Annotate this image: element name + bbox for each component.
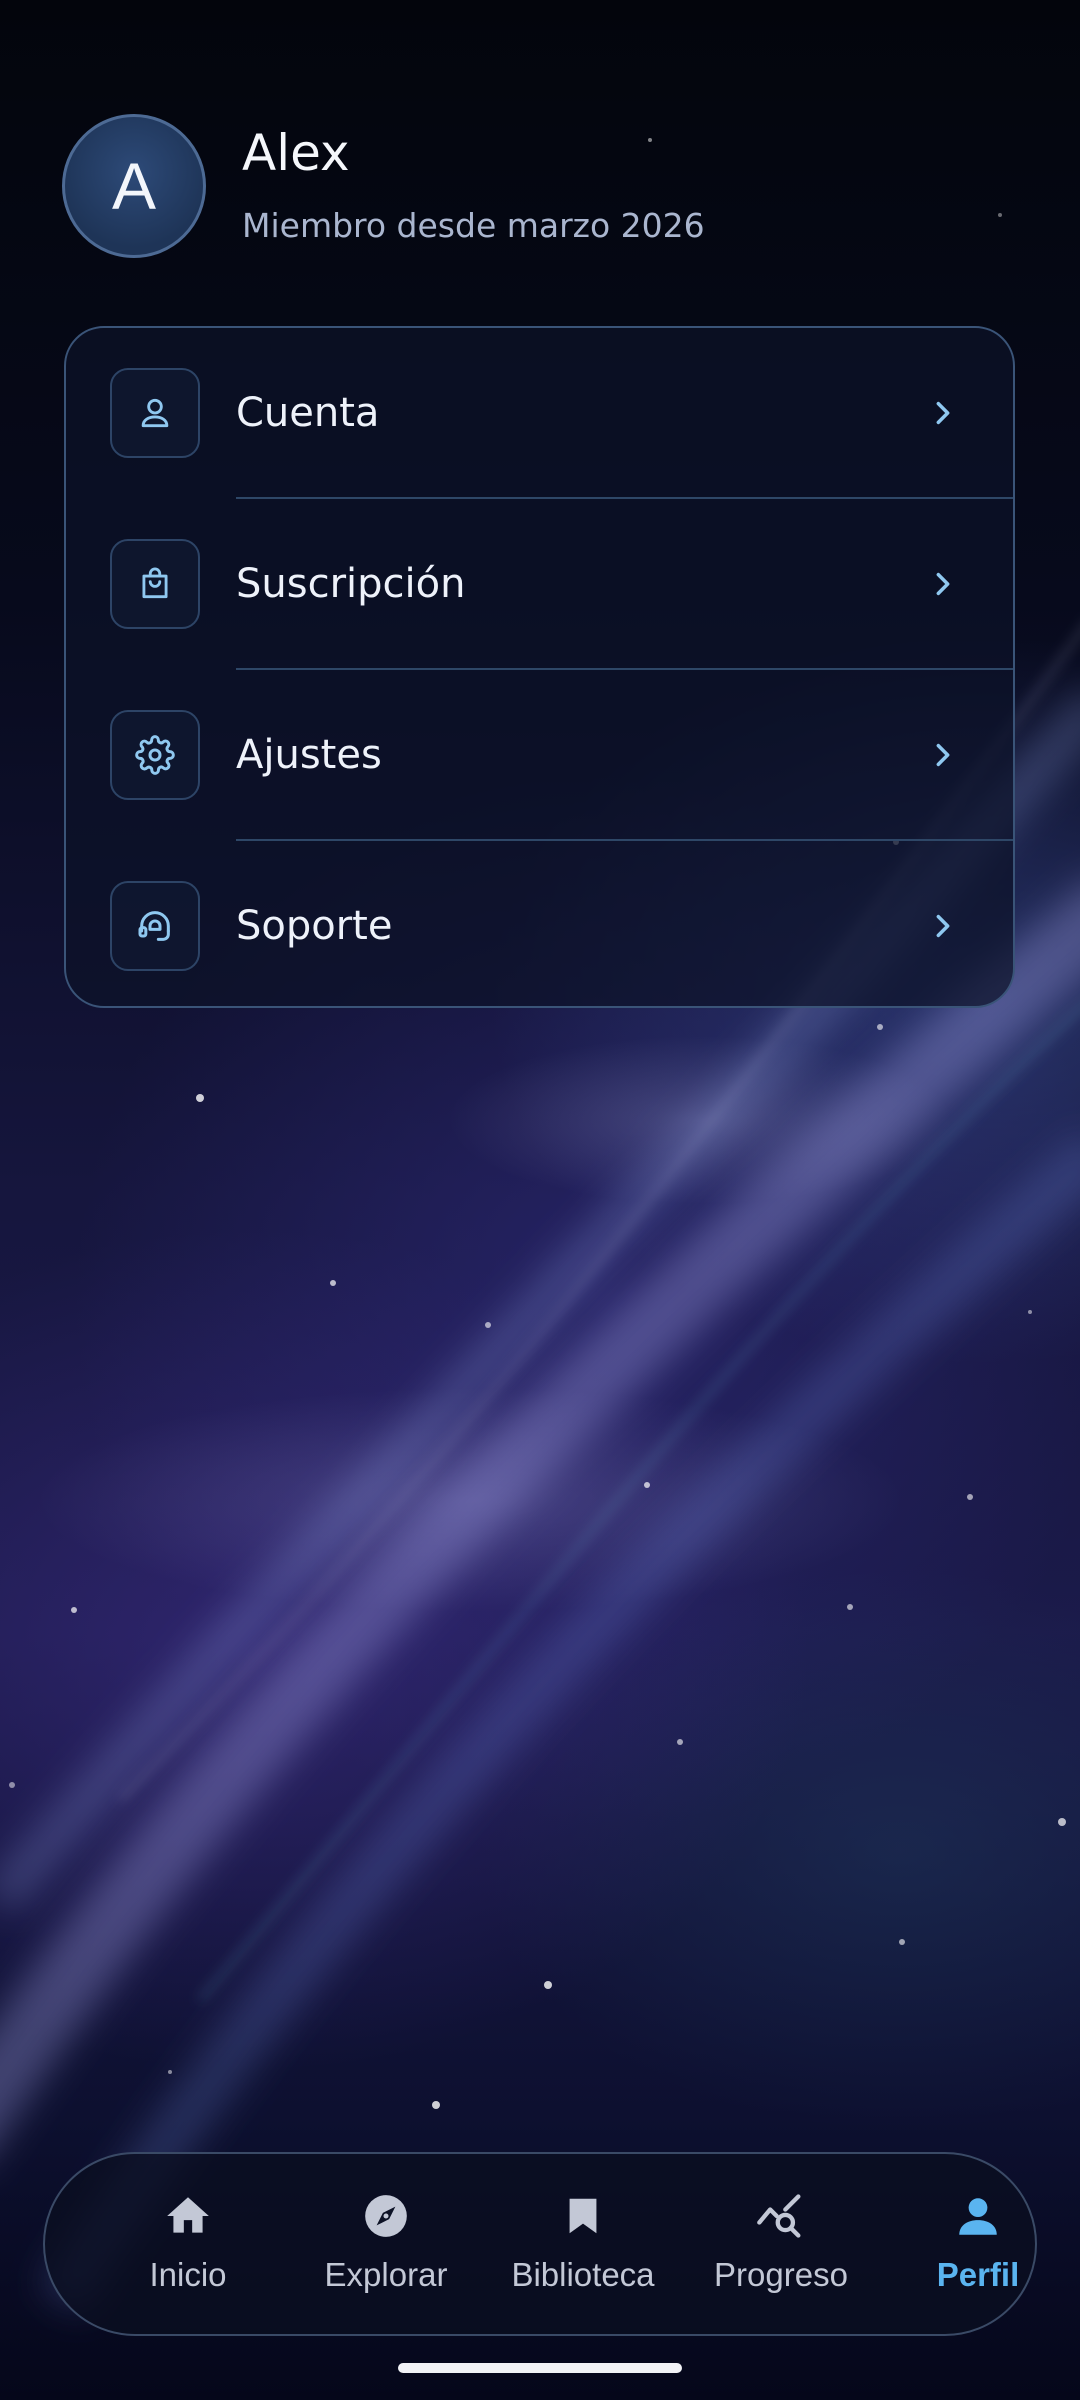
bottom-navigation: Inicio Explorar Biblioteca Progreso Perf…: [43, 2152, 1037, 2336]
avatar[interactable]: A: [62, 114, 206, 258]
bookmark-icon: [557, 2190, 609, 2242]
nav-item-biblioteca[interactable]: Biblioteca: [493, 2154, 673, 2334]
chevron-right-icon: [936, 401, 950, 425]
chevron-right-icon: [936, 914, 950, 938]
profile-header: A Alex Miembro desde marzo 2026: [62, 114, 705, 258]
headset-icon: [110, 881, 200, 971]
user-info: Alex Miembro desde marzo 2026: [242, 128, 705, 245]
menu-item-label: Soporte: [236, 903, 393, 949]
user-icon: [110, 368, 200, 458]
shopping-bag-icon: [110, 539, 200, 629]
chevron-right-icon: [936, 572, 950, 596]
menu-item-label: Cuenta: [236, 390, 380, 436]
nav-label: Inicio: [149, 2256, 227, 2293]
progress-search-icon: [755, 2190, 807, 2242]
nav-item-explorar[interactable]: Explorar: [296, 2154, 476, 2334]
compass-icon: [360, 2190, 412, 2242]
nav-item-inicio[interactable]: Inicio: [98, 2154, 278, 2334]
menu-item-suscripcion[interactable]: Suscripción: [66, 499, 1013, 669]
member-since-text: Miembro desde marzo 2026: [242, 205, 705, 245]
person-icon: [952, 2190, 1004, 2242]
nav-label: Biblioteca: [511, 2256, 655, 2293]
gear-icon: [110, 710, 200, 800]
menu-item-cuenta[interactable]: Cuenta: [66, 328, 1013, 498]
nav-label: Progreso: [714, 2256, 848, 2293]
chevron-right-icon: [936, 743, 950, 767]
home-icon: [162, 2190, 214, 2242]
menu-item-ajustes[interactable]: Ajustes: [66, 670, 1013, 840]
user-name: Alex: [242, 123, 350, 182]
nav-item-progreso[interactable]: Progreso: [691, 2154, 871, 2334]
nav-label: Explorar: [324, 2256, 448, 2293]
nav-item-perfil[interactable]: Perfil: [888, 2154, 1068, 2334]
menu-item-soporte[interactable]: Soporte: [66, 841, 1013, 1006]
menu-item-label: Suscripción: [236, 561, 466, 607]
menu-item-label: Ajustes: [236, 732, 382, 778]
home-indicator[interactable]: [398, 2363, 682, 2373]
nav-label: Perfil: [936, 2256, 1020, 2293]
profile-menu-card: Cuenta Suscripción Ajustes Soporte: [64, 326, 1015, 1008]
